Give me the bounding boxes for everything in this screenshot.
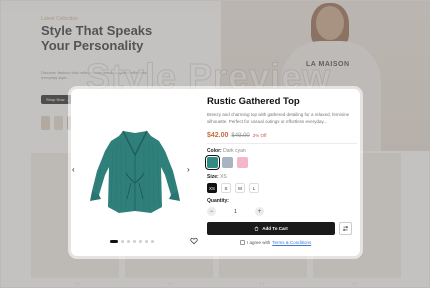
product-image [90, 130, 180, 213]
size-option-xs[interactable]: XS [207, 183, 217, 193]
bag-icon [255, 226, 259, 231]
terms-prefix: I agree with [247, 240, 271, 245]
quantity-plus-button[interactable]: + [255, 207, 264, 216]
quick-view-modal: ‹ › Rustic Gathered Top Breezy and charm… [71, 89, 360, 256]
current-price: $42.00 [207, 132, 229, 139]
color-label-text: Color: [207, 148, 222, 154]
product-gallery: ‹ › [71, 89, 202, 256]
size-option-l[interactable]: L [249, 183, 259, 193]
cart-actions: Add To Cart [207, 222, 357, 235]
quantity-input[interactable]: 1 [216, 209, 255, 215]
gallery-dot[interactable] [139, 240, 142, 243]
color-swatches [205, 155, 357, 170]
gallery-dot[interactable] [121, 240, 124, 243]
size-option-s[interactable]: S [221, 183, 231, 193]
compare-icon [342, 225, 349, 232]
size-options: XS S M L [207, 183, 357, 193]
discount-badge: 2% Off [252, 133, 267, 138]
quantity-minus-button[interactable]: − [207, 207, 216, 216]
size-label-text: Size: [207, 174, 219, 180]
swatch-gray-blue[interactable] [222, 157, 233, 168]
size-label: Size: XS [207, 174, 357, 180]
gallery-dot[interactable] [145, 240, 148, 243]
color-selected-value: Dark cyan [223, 148, 246, 154]
gallery-dots [110, 240, 154, 243]
terms-agreement: I agree with Terms & Conditions [207, 240, 357, 245]
gallery-dot[interactable] [110, 240, 118, 243]
quantity-label: Quantity: [207, 198, 229, 204]
size-option-m[interactable]: M [235, 183, 245, 193]
gallery-next-button[interactable]: › [187, 165, 190, 174]
price-row: $42.00 $49.00 2% Off [207, 132, 357, 139]
divider [207, 143, 357, 144]
product-description: Breezy and charming top with gathered de… [207, 112, 350, 124]
heart-icon[interactable] [190, 237, 198, 245]
gallery-dot[interactable] [133, 240, 136, 243]
product-title: Rustic Gathered Top [207, 96, 300, 107]
old-price: $49.00 [231, 133, 250, 139]
gallery-dot[interactable] [127, 240, 130, 243]
quantity-stepper: − 1 + [207, 207, 264, 216]
product-info: Rustic Gathered Top Breezy and charming … [205, 95, 357, 245]
color-label: Color: Dark cyan [207, 148, 357, 154]
add-to-cart-label: Add To Cart [262, 226, 288, 231]
swatch-pink[interactable] [237, 157, 248, 168]
gallery-dot[interactable] [151, 240, 154, 243]
add-to-cart-button[interactable]: Add To Cart [207, 222, 335, 235]
gallery-prev-button[interactable]: ‹ [72, 165, 75, 174]
terms-link[interactable]: Terms & Conditions [272, 240, 311, 245]
swatch-dark-cyan[interactable] [205, 155, 220, 170]
terms-checkbox[interactable] [240, 240, 245, 245]
compare-button[interactable] [339, 222, 352, 235]
size-selected-value: XS [220, 174, 227, 180]
